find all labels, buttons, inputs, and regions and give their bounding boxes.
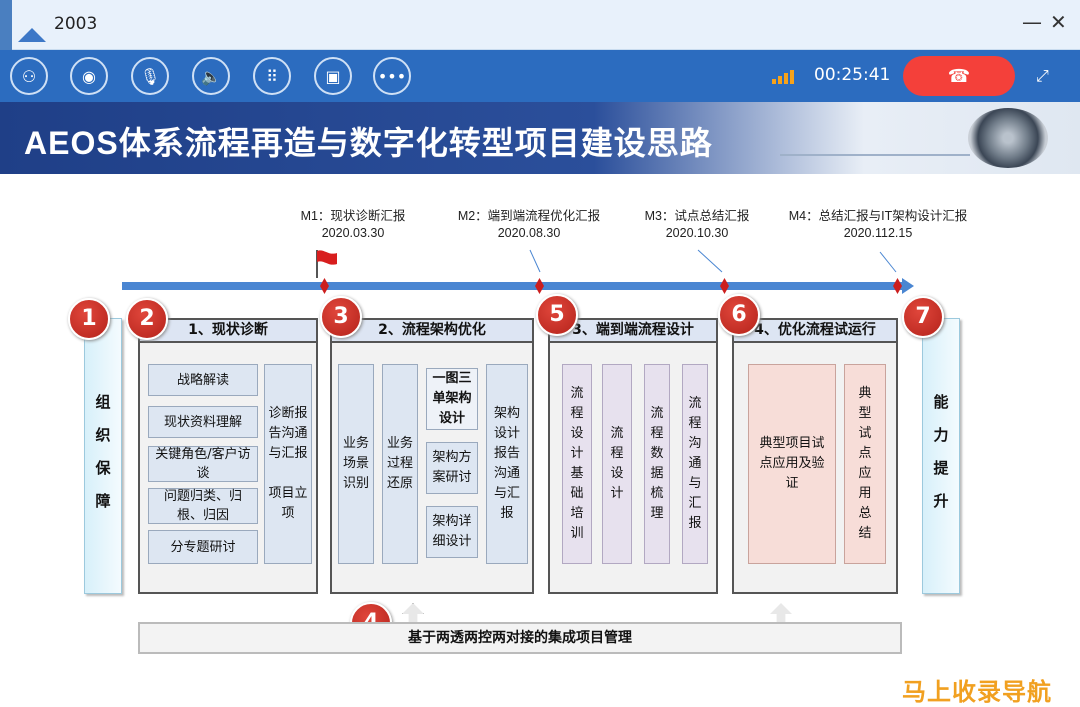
capability-pillar: 能 力 提 升 [922, 318, 960, 594]
panel-e2e-design: 3、端到端流程设计 流程设计基础培训 流程设计 流程数据梳理 流程沟通与汇报 [548, 318, 718, 594]
pillar-char: 能 [933, 393, 949, 411]
step-number-badge: 5 [536, 294, 578, 336]
step-box: 架构详细设计 [426, 506, 478, 558]
step-number-badge: 3 [320, 296, 362, 338]
panel-trial-run: 4、优化流程试运行 典型项目试点应用及验证 典型试点应用总结 [732, 318, 898, 594]
pillar-char: 提 [933, 459, 949, 477]
step-box: 战略解读 [148, 364, 258, 396]
org-guarantee-pillar: 组 织 保 障 [84, 318, 122, 594]
start-flag-icon [316, 250, 337, 278]
pillar-char: 障 [95, 492, 111, 510]
step-box: 流程设计 [602, 364, 632, 564]
pillar-char: 升 [933, 492, 949, 510]
step-box: 一图三单架构设计 [426, 368, 478, 430]
timeline-bar [122, 282, 904, 290]
step-box: 流程设计基础培训 [562, 364, 592, 564]
step-box: 典型试点应用总结 [844, 364, 886, 564]
pillar-char: 力 [933, 426, 949, 444]
step-box: 流程沟通与汇报 [682, 364, 708, 564]
step-box: 分专题研讨 [148, 530, 258, 564]
pillar-char: 织 [95, 426, 111, 444]
step-number-badge: 6 [718, 294, 760, 336]
panel-process-architecture: 2、流程架构优化 业务场景识别 业务过程还原 一图三单架构设计 架构方案研讨 架… [330, 318, 534, 594]
panel-current-diagnosis: 1、现状诊断 战略解读 现状资料理解 关键角色/客户访谈 问题归类、归根、归因 … [138, 318, 318, 594]
step-box: 典型项目试点应用及验证 [748, 364, 836, 564]
step-box: 业务过程还原 [382, 364, 418, 564]
timeline-arrowhead [902, 278, 914, 294]
step-box: 架构方案研讨 [426, 442, 478, 494]
watermark-logo: 马上收录导航 [902, 678, 1052, 706]
report-box: 诊断报告沟通与汇报 项目立项 [264, 364, 312, 564]
step-box: 现状资料理解 [148, 406, 258, 438]
step-box: 流程数据梳理 [644, 364, 670, 564]
step-number-badge: 1 [68, 298, 110, 340]
step-number-badge: 2 [126, 298, 168, 340]
step-number-badge: 7 [902, 296, 944, 338]
integrated-management-bar: 基于两透两控两对接的集成项目管理 [138, 622, 902, 654]
step-box: 架构设计报告沟通与汇报 [486, 364, 528, 564]
pillar-char: 保 [95, 459, 111, 477]
step-box: 关键角色/客户访谈 [148, 446, 258, 482]
step-box: 问题归类、归根、归因 [148, 488, 258, 524]
step-box: 业务场景识别 [338, 364, 374, 564]
pillar-char: 组 [95, 393, 111, 411]
